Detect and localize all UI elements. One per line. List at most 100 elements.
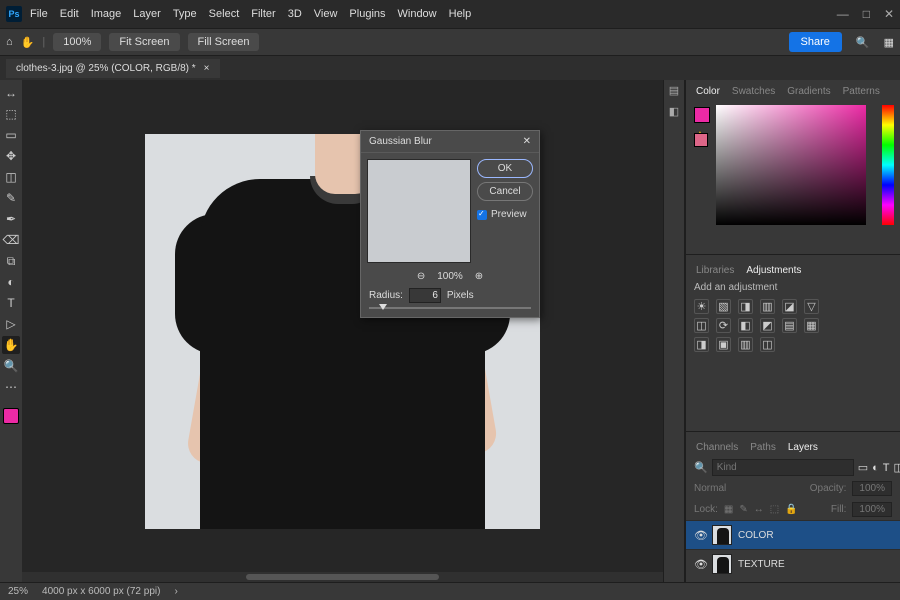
gradient-map-icon[interactable]: ▥ [738,337,753,352]
color-balance-icon[interactable]: ◫ [694,318,709,333]
selection-tool-icon[interactable]: ✥ [2,147,20,165]
hue-sat-icon[interactable]: ▽ [804,299,819,314]
channel-mixer-icon[interactable]: ◩ [760,318,775,333]
fit-screen-button[interactable]: Fit Screen [109,33,179,51]
invert-icon[interactable]: ▦ [804,318,819,333]
hue-slider[interactable] [882,105,894,225]
opacity-value[interactable]: 100% [852,481,892,496]
tab-paths[interactable]: Paths [748,440,778,455]
canvas[interactable] [22,80,663,582]
exposure-icon[interactable]: ▥ [760,299,775,314]
share-button[interactable]: Share [789,32,842,52]
saturation-brightness-field[interactable] [716,105,866,225]
preview-checkbox[interactable]: Preview [477,209,533,220]
tab-swatches[interactable]: Swatches [728,84,779,99]
bw-icon[interactable]: ⟳ [716,318,731,333]
tab-libraries[interactable]: Libraries [692,263,738,278]
move-tool-icon[interactable]: ↔ [2,84,20,102]
search-icon[interactable]: 🔍 [856,36,870,49]
window-close-icon[interactable]: ✕ [884,7,894,21]
foreground-color-swatch[interactable] [3,408,19,424]
marquee-tool-icon[interactable]: ⬚ [2,105,20,123]
eraser-tool-icon[interactable]: ⌫ [2,231,20,249]
window-minimize-icon[interactable]: — [837,7,849,21]
radius-slider[interactable] [369,307,531,309]
visibility-icon[interactable]: 👁 [694,529,706,542]
fill-value[interactable]: 100% [852,502,892,517]
dialog-close-icon[interactable]: ✕ [523,136,531,147]
menu-plugins[interactable]: Plugins [349,8,385,20]
color-picker[interactable]: ▲ [692,105,894,250]
panel-icon[interactable]: ◧ [669,105,679,118]
cancel-button[interactable]: Cancel [477,182,533,201]
filter-shape-icon[interactable]: ◫ [894,461,900,474]
selective-color-icon[interactable]: ◫ [760,337,775,352]
hand-tool-icon[interactable]: ✋ [21,36,35,49]
lock-pixels-icon[interactable]: ✎ [739,504,747,515]
layer-name[interactable]: COLOR [738,530,774,541]
tab-gradients[interactable]: Gradients [783,84,834,99]
menu-file[interactable]: File [30,8,48,20]
vibrance-icon[interactable]: ◪ [782,299,797,314]
tab-color[interactable]: Color [692,84,724,99]
clone-tool-icon[interactable]: ⧉ [2,252,20,270]
menu-type[interactable]: Type [173,8,197,20]
filter-type-icon[interactable]: T [883,462,890,474]
window-maximize-icon[interactable]: □ [863,7,870,21]
layer-thumbnail[interactable] [712,525,732,545]
curves-icon[interactable]: ◨ [738,299,753,314]
menu-window[interactable]: Window [398,8,437,20]
path-tool-icon[interactable]: ▷ [2,315,20,333]
layer-name[interactable]: TEXTURE [738,559,785,570]
threshold-icon[interactable]: ▣ [716,337,731,352]
visibility-icon[interactable]: 👁 [694,558,706,571]
more-tools-icon[interactable]: ⋯ [2,378,20,396]
color-lookup-icon[interactable]: ▤ [782,318,797,333]
blend-mode-select[interactable]: Normal [694,483,726,494]
tab-layers[interactable]: Layers [786,440,820,455]
chevron-right-icon[interactable]: › [174,586,177,597]
lasso-tool-icon[interactable]: ▭ [2,126,20,144]
previous-color-swatch[interactable] [694,133,708,147]
menu-3d[interactable]: 3D [288,8,302,20]
fill-screen-button[interactable]: Fill Screen [188,33,260,51]
status-zoom[interactable]: 25% [8,586,28,597]
radius-input[interactable] [409,288,441,303]
menu-image[interactable]: Image [91,8,122,20]
home-icon[interactable]: ⌂ [6,36,13,48]
zoom-level[interactable]: 100% [53,33,101,51]
panel-icon[interactable]: ▤ [669,84,679,97]
tab-channels[interactable]: Channels [694,440,740,455]
zoom-tool-icon[interactable]: 🔍 [2,357,20,375]
type-tool-icon[interactable]: T [2,294,20,312]
menu-filter[interactable]: Filter [251,8,275,20]
menu-view[interactable]: View [314,8,338,20]
photo-filter-icon[interactable]: ◧ [738,318,753,333]
close-tab-icon[interactable]: × [204,63,210,74]
workspace-switcher-icon[interactable]: ▦ [884,36,894,49]
posterize-icon[interactable]: ◨ [694,337,709,352]
menu-layer[interactable]: Layer [133,8,161,20]
zoom-out-icon[interactable]: ⊖ [417,271,425,282]
brush-tool-icon[interactable]: ✒ [2,210,20,228]
lock-position-icon[interactable]: ↔ [754,504,764,515]
tab-patterns[interactable]: Patterns [839,84,884,99]
ok-button[interactable]: OK [477,159,533,178]
gradient-tool-icon[interactable]: ◐ [2,273,20,291]
dialog-preview-thumbnail[interactable] [367,159,471,263]
layer-thumbnail[interactable] [712,554,732,574]
filter-pixel-icon[interactable]: ▭ [858,461,868,474]
zoom-in-icon[interactable]: ⊕ [475,271,483,282]
document-tab[interactable]: clothes-3.jpg @ 25% (COLOR, RGB/8) * × [6,59,220,78]
crop-tool-icon[interactable]: ◫ [2,168,20,186]
tab-adjustments[interactable]: Adjustments [742,263,805,278]
levels-icon[interactable]: ▧ [716,299,731,314]
eyedropper-tool-icon[interactable]: ✎ [2,189,20,207]
lock-transparent-icon[interactable]: ▦ [724,504,733,515]
lock-all-icon[interactable]: 🔒 [785,504,797,515]
filter-adjust-icon[interactable]: ◐ [872,462,879,474]
layer-row[interactable]: 👁 COLOR [686,520,900,549]
horizontal-scrollbar[interactable] [22,572,663,582]
brightness-icon[interactable]: ☀ [694,299,709,314]
hand-tool-icon[interactable]: ✋ [2,336,20,354]
